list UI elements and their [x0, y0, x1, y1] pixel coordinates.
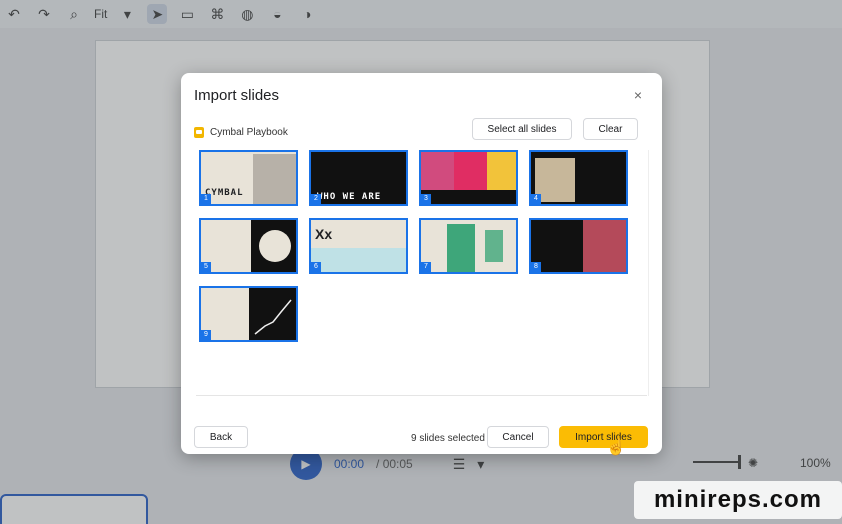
slide-number: 5 [201, 262, 211, 272]
slide-thumbnail-2[interactable]: WHO WE ARE 2 [309, 150, 408, 206]
dialog-title: Import slides [194, 87, 280, 104]
slide-number: 6 [311, 262, 321, 272]
slide-thumbnail-7[interactable]: 7 [419, 218, 518, 274]
slide-thumbnail-6[interactable]: Xx 6 [309, 218, 408, 274]
select-all-button[interactable]: Select all slides [472, 118, 572, 140]
footer-divider [196, 395, 647, 396]
slide-photo [535, 158, 575, 202]
slide-image [485, 230, 503, 262]
slide-number: 2 [311, 194, 321, 204]
slide-title: WHO WE ARE [317, 192, 382, 202]
slide-thumbnail-8[interactable]: 8 [529, 218, 628, 274]
import-slides-dialog: Import slides × Cymbal Playbook Select a… [181, 73, 662, 454]
hand-cursor-icon: ☝ [606, 439, 626, 456]
slide-number: 4 [531, 194, 541, 204]
slide-number: 9 [201, 330, 211, 340]
slide-photo [487, 152, 516, 190]
slide-photo [583, 220, 626, 272]
import-slides-button[interactable]: Import slides [559, 426, 648, 448]
selected-count: 9 slides selected [411, 433, 485, 444]
slide-thumbnail-4[interactable]: 4 [529, 150, 628, 206]
slide-line-chart [254, 299, 292, 335]
cancel-button[interactable]: Cancel [487, 426, 549, 448]
slide-grid: CYMBAL 1 WHO WE ARE 2 3 4 5 Xx 6 7 8 9 [199, 150, 649, 396]
slide-number: 7 [421, 262, 431, 272]
slide-number: 3 [421, 194, 431, 204]
clear-button[interactable]: Clear [583, 118, 638, 140]
slides-icon [194, 127, 204, 138]
watermark: minireps.com [634, 481, 842, 519]
slide-photo [454, 152, 487, 190]
slide-photo [421, 152, 454, 190]
slide-number: 8 [531, 262, 541, 272]
source-presentation: Cymbal Playbook [194, 127, 288, 138]
slide-thumbnail-3[interactable]: 3 [419, 150, 518, 206]
slide-image [447, 224, 475, 272]
back-button[interactable]: Back [194, 426, 248, 448]
slide-thumbnail-1[interactable]: CYMBAL 1 [199, 150, 298, 206]
slide-image [311, 248, 406, 272]
slide-number: 1 [201, 194, 211, 204]
slide-chart [259, 230, 291, 262]
close-icon[interactable]: × [630, 87, 646, 103]
slide-thumbnail-9[interactable]: 9 [199, 286, 298, 342]
slide-photo [253, 154, 296, 204]
slide-title: Xx [315, 226, 333, 242]
slide-thumbnail-5[interactable]: 5 [199, 218, 298, 274]
source-name: Cymbal Playbook [210, 127, 288, 138]
